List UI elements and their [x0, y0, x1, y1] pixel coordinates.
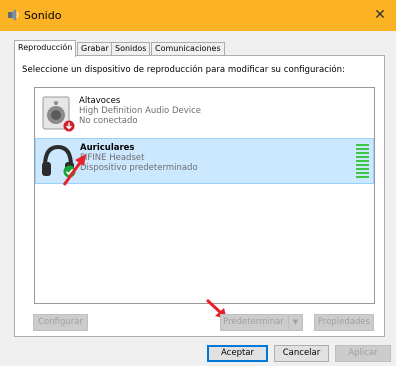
device-name: Altavoces — [79, 96, 121, 106]
tab-reproduccion[interactable]: Reproducción — [14, 40, 77, 57]
level-meter-segment — [356, 144, 369, 146]
device-item-altavoces[interactable]: Altavoces High Definition Audio Device N… — [35, 92, 374, 138]
tab-sonidos[interactable]: Sonidos — [111, 42, 151, 56]
tab-grabar[interactable]: Grabar — [77, 42, 113, 56]
set-default-label: Predeterminar — [223, 317, 284, 327]
level-meter-segment — [356, 160, 369, 162]
device-status: Dispositivo predeterminado — [80, 163, 198, 173]
disconnected-arrow-badge-icon — [63, 120, 75, 132]
level-meter-segment — [356, 148, 369, 150]
device-description: High Definition Audio Device — [79, 106, 202, 116]
level-meter-segment — [356, 168, 369, 170]
accept-button[interactable]: Aceptar — [207, 345, 268, 362]
device-status: No conectado — [79, 116, 138, 126]
title-bar: Sonido ✕ — [0, 0, 396, 31]
tab-comunicaciones[interactable]: Comunicaciones — [151, 42, 225, 56]
properties-button[interactable]: Propiedades — [314, 314, 374, 331]
speaker-app-icon — [8, 9, 19, 21]
level-meter-segment — [356, 156, 369, 158]
configure-button[interactable]: Configurar — [33, 314, 88, 331]
device-list[interactable]: Altavoces High Definition Audio Device N… — [34, 87, 375, 304]
level-meter-segment — [356, 164, 369, 166]
close-button[interactable]: ✕ — [364, 0, 396, 31]
cancel-button[interactable]: Cancelar — [274, 345, 329, 362]
volume-level-meter — [356, 144, 369, 180]
instruction-text: Seleccione un dispositivo de reproducció… — [22, 65, 345, 75]
apply-button[interactable]: Aplicar — [335, 345, 391, 362]
level-meter-segment — [356, 172, 369, 174]
set-default-button[interactable]: Predeterminar ▼ — [220, 314, 303, 331]
window-title: Sonido — [24, 9, 62, 22]
annotation-arrow-icon — [62, 154, 86, 186]
chevron-down-icon[interactable]: ▼ — [288, 315, 302, 330]
level-meter-segment — [356, 152, 369, 154]
level-meter-segment — [356, 176, 369, 178]
